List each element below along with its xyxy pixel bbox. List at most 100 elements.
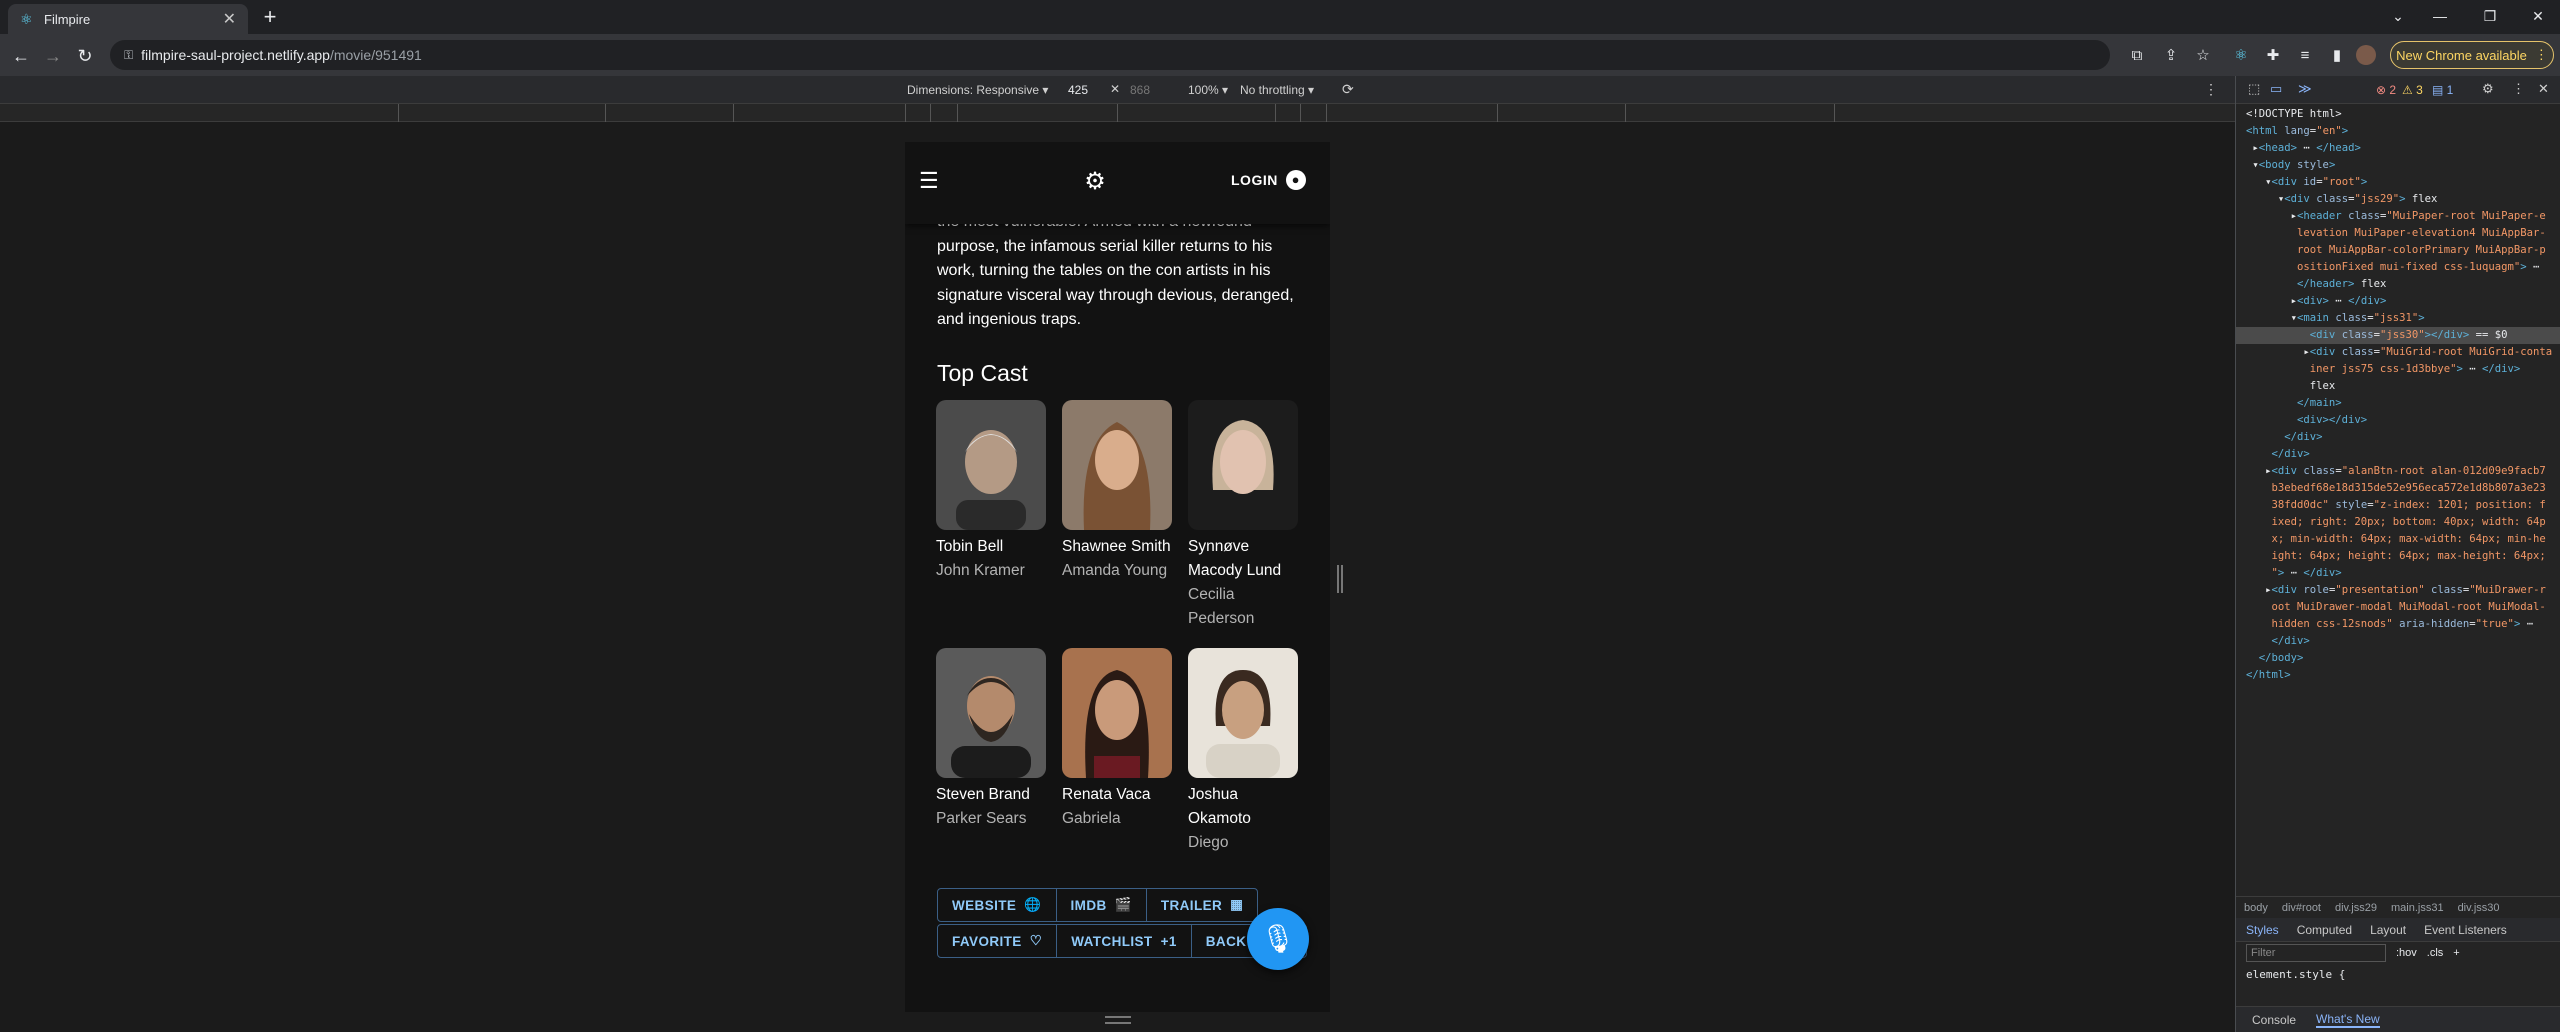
settings-gear-icon[interactable]: ⚙ xyxy=(2482,81,2494,97)
rotate-icon[interactable]: ⟳ xyxy=(1342,81,1354,98)
trailer-button[interactable]: TRAILER ▦ xyxy=(1147,889,1257,921)
side-panel-icon[interactable]: ▮ xyxy=(2326,45,2348,67)
dom-line[interactable]: </body> xyxy=(2236,650,2560,667)
cast-card[interactable]: Tobin Bell John Kramer xyxy=(936,400,1046,583)
error-count[interactable]: ⊗ 2 xyxy=(2376,83,2396,97)
device-toggle-icon[interactable]: ▭ xyxy=(2270,81,2282,97)
dom-line[interactable]: 38fdd0dc" style="z-index: 1201; position… xyxy=(2236,497,2560,514)
breadcrumb-item[interactable]: div.jss29 xyxy=(2335,902,2377,914)
minimize-button[interactable]: — xyxy=(2420,4,2460,28)
watchlist-button[interactable]: WATCHLIST +1 xyxy=(1057,925,1192,957)
dom-line[interactable]: b3ebedf68e18d315de52e956eca572e1d8b807a3… xyxy=(2236,480,2560,497)
width-input[interactable]: 425 xyxy=(1068,83,1088,97)
forward-icon[interactable]: → xyxy=(40,43,66,69)
new-tab-button[interactable]: + xyxy=(258,6,282,30)
favorite-button[interactable]: FAVORITE ♡ xyxy=(938,925,1058,957)
breadcrumb-item[interactable]: div#root xyxy=(2282,902,2321,914)
dom-line[interactable]: ▸<div role="presentation" class="MuiDraw… xyxy=(2236,582,2560,599)
share-icon[interactable]: ⇪ xyxy=(2160,45,2182,67)
dom-line[interactable]: root MuiAppBar-colorPrimary MuiAppBar-p xyxy=(2236,242,2560,259)
hamburger-menu-icon[interactable]: ☰ xyxy=(919,170,941,192)
login-button[interactable]: LOGIN ● xyxy=(1231,170,1306,190)
imdb-button[interactable]: IMDB 🎬 xyxy=(1057,889,1147,921)
maximize-button[interactable]: ❐ xyxy=(2470,4,2510,28)
dimensions-select[interactable]: Dimensions: Responsive ▾ xyxy=(907,83,1048,97)
height-input[interactable]: 868 xyxy=(1130,83,1150,97)
drawer-tab-whats-new[interactable]: What's New xyxy=(2316,1012,2380,1028)
dom-line[interactable]: ositionFixed mui-fixed css-1uquagm"> ⋯ xyxy=(2236,259,2560,276)
new-rule-icon[interactable]: + xyxy=(2453,947,2459,959)
tab-computed[interactable]: Computed xyxy=(2297,923,2352,937)
dom-line[interactable]: oot MuiDrawer-modal MuiModal-root MuiMod… xyxy=(2236,599,2560,616)
browser-tab[interactable]: ⚛ Filmpire ✕ xyxy=(8,4,248,34)
theme-toggle-icon[interactable]: ⚙ xyxy=(1081,168,1109,196)
back-icon[interactable]: ← xyxy=(8,43,34,69)
dom-line[interactable]: levation MuiPaper-elevation4 MuiAppBar- xyxy=(2236,225,2560,242)
dom-line[interactable]: ▾<div id="root"> xyxy=(2236,174,2560,191)
dom-line[interactable]: ▸<header class="MuiPaper-root MuiPaper-e xyxy=(2236,208,2560,225)
dom-line[interactable]: ▸<head> ⋯ </head> xyxy=(2236,140,2560,157)
dom-line[interactable]: ▸<div> ⋯ </div> xyxy=(2236,293,2560,310)
dom-tree[interactable]: <!DOCTYPE html> <html lang="en"> ▸<head> … xyxy=(2236,106,2560,972)
inspect-icon[interactable]: ⬚ xyxy=(2248,81,2260,97)
dom-line[interactable]: <div></div> xyxy=(2236,412,2560,429)
close-devtools-icon[interactable]: ✕ xyxy=(2538,81,2549,97)
dom-line[interactable]: "> ⋯ </div> xyxy=(2236,565,2560,582)
breadcrumb-item[interactable]: body xyxy=(2244,902,2268,914)
dom-line[interactable]: </html> xyxy=(2236,667,2560,684)
react-devtools-icon[interactable]: ⚛ xyxy=(2230,45,2252,67)
install-app-icon[interactable]: ⧉ xyxy=(2126,45,2148,67)
device-more-icon[interactable]: ⋮ xyxy=(2204,81,2218,98)
website-button[interactable]: WEBSITE 🌐 xyxy=(938,889,1057,921)
tab-styles[interactable]: Styles xyxy=(2246,923,2279,937)
warning-count[interactable]: ⚠ 3 xyxy=(2402,83,2423,97)
cast-card[interactable]: Renata Vaca Gabriela xyxy=(1062,648,1172,831)
dom-line[interactable]: ▾<div class="jss29"> flex xyxy=(2236,191,2560,208)
element-style-rule[interactable]: element.style { xyxy=(2246,968,2345,981)
dom-line-selected[interactable]: <div class="jss30"></div> == $0 xyxy=(2236,327,2560,344)
dom-line[interactable]: </div> xyxy=(2236,446,2560,463)
drawer-tab-console[interactable]: Console xyxy=(2252,1013,2296,1027)
dom-line[interactable]: <html lang="en"> xyxy=(2236,123,2560,140)
styles-filter-input[interactable]: Filter xyxy=(2246,944,2386,962)
cast-card[interactable]: Synnøve Macody Lund Cecilia Pederson xyxy=(1188,400,1298,631)
devtools-more-icon[interactable]: ⋮ xyxy=(2512,81,2525,97)
breadcrumb-item[interactable]: main.jss31 xyxy=(2391,902,2444,914)
dom-line[interactable]: ▸<div class="MuiGrid-root MuiGrid-conta xyxy=(2236,344,2560,361)
dom-line[interactable]: iner jss75 css-1d3bbye"> ⋯ </div> xyxy=(2236,361,2560,378)
more-tabs-icon[interactable]: ≫ xyxy=(2298,81,2312,97)
tab-event-listeners[interactable]: Event Listeners xyxy=(2424,923,2507,937)
media-controls-icon[interactable]: ≡ xyxy=(2294,45,2316,67)
dom-line[interactable]: ▸<div class="alanBtn-root alan-012d09e9f… xyxy=(2236,463,2560,480)
tab-layout[interactable]: Layout xyxy=(2370,923,2406,937)
dom-line[interactable]: ▾<main class="jss31"> xyxy=(2236,310,2560,327)
class-toggle[interactable]: .cls xyxy=(2427,947,2444,959)
chrome-update-button[interactable]: New Chrome available ⋮ xyxy=(2390,41,2554,69)
issues-count[interactable]: ▤ 1 xyxy=(2432,83,2453,97)
cast-card[interactable]: Shawnee Smith Amanda Young xyxy=(1062,400,1172,583)
dom-line[interactable]: </div> xyxy=(2236,429,2560,446)
voice-assistant-mic-icon[interactable]: 🎙 xyxy=(1247,908,1309,970)
swap-dimensions-icon[interactable]: ✕ xyxy=(1110,82,1120,96)
viewport-resize-handle[interactable] xyxy=(1337,565,1343,593)
dom-line[interactable]: ▾<body style> xyxy=(2236,157,2560,174)
throttling-select[interactable]: No throttling ▾ xyxy=(1240,83,1314,97)
site-info-icon[interactable]: ⚿ xyxy=(124,48,133,63)
cast-card[interactable]: Steven Brand Parker Sears xyxy=(936,648,1046,831)
profile-avatar[interactable] xyxy=(2356,45,2376,65)
cast-card[interactable]: Joshua Okamoto Diego xyxy=(1188,648,1298,855)
address-bar[interactable]: ⚿ filmpire-saul-project.netlify.app /mov… xyxy=(110,40,2110,70)
dom-line[interactable]: </main> xyxy=(2236,395,2560,412)
breadcrumb-item[interactable]: div.jss30 xyxy=(2458,902,2500,914)
zoom-select[interactable]: 100% ▾ xyxy=(1188,83,1228,97)
close-tab-icon[interactable]: ✕ xyxy=(223,9,236,29)
hover-state-toggle[interactable]: :hov xyxy=(2396,947,2417,959)
tab-search-icon[interactable]: ⌄ xyxy=(2378,4,2418,28)
dom-line[interactable]: hidden css-12snods" aria-hidden="true"> … xyxy=(2236,616,2560,633)
app-viewport[interactable]: the most vulnerable. Armed with a newfou… xyxy=(905,142,1330,1012)
reload-icon[interactable]: ↻ xyxy=(72,43,98,69)
dom-line[interactable]: ight: 64px; height: 64px; max-height: 64… xyxy=(2236,548,2560,565)
dom-line[interactable]: flex xyxy=(2236,378,2560,395)
dom-line[interactable]: </header> flex xyxy=(2236,276,2560,293)
dom-line[interactable]: </div> xyxy=(2236,633,2560,650)
